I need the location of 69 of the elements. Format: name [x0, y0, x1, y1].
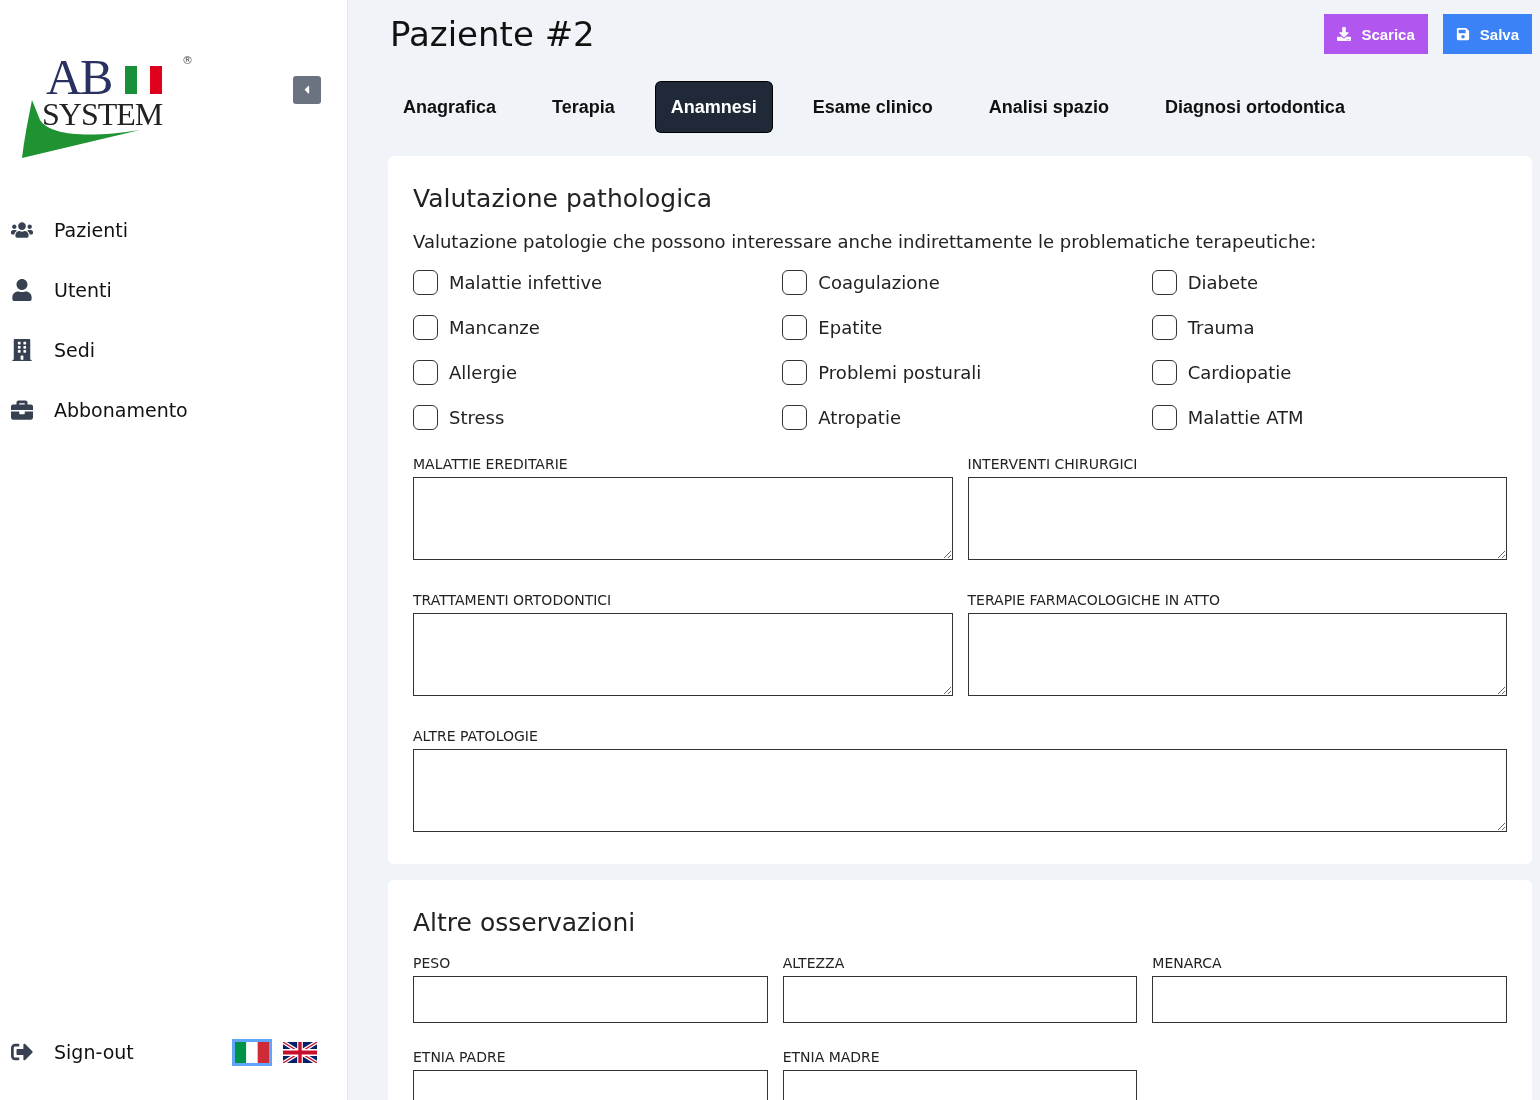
checkbox-label: Cardiopatie — [1187, 362, 1292, 383]
checkbox[interactable] — [413, 315, 438, 340]
section-description: Valutazione patologie che possono interessare anche indirettamente le problematiche terapeutiche: — [413, 231, 1318, 252]
field-label: TERAPIE FARMACOLOGICHE IN ATTO — [967, 592, 1222, 608]
checkbox[interactable] — [413, 360, 438, 385]
section-title: Altre osservazioni — [413, 908, 637, 937]
logo: AB ® SYSTEM — [20, 50, 195, 160]
checkbox-label: Stress — [449, 407, 505, 428]
input-field[interactable] — [1152, 976, 1507, 1023]
sign-out-link[interactable]: Sign-out — [10, 1022, 134, 1082]
tab[interactable]: Terapia — [537, 82, 630, 132]
nav-item[interactable]: Utenti — [0, 260, 347, 320]
tab[interactable]: Analisi spazio — [973, 82, 1124, 132]
tab[interactable]: Anagrafica — [388, 82, 512, 132]
field-label: ALTEZZA — [782, 955, 846, 971]
user-icon — [10, 279, 34, 301]
input-field[interactable] — [413, 976, 768, 1023]
page-title: Paziente #2 — [389, 14, 595, 54]
checkbox-label: Malattie ATM — [1187, 407, 1304, 428]
sign-out-icon — [10, 1041, 34, 1063]
text-area[interactable] — [413, 477, 953, 560]
nav-item[interactable]: Sedi — [0, 320, 347, 380]
field-label: PESO — [413, 955, 452, 971]
text-area[interactable] — [967, 477, 1507, 560]
building-icon — [10, 339, 34, 361]
users-icon — [10, 219, 34, 241]
checkbox[interactable] — [782, 360, 808, 385]
save-icon — [1455, 27, 1470, 41]
checkbox-label: Malattie infettive — [449, 272, 603, 293]
field-label: MENARCA — [1152, 955, 1223, 971]
checkbox[interactable] — [1151, 270, 1177, 295]
briefcase-icon — [10, 399, 34, 421]
download-button[interactable]: Scarica — [1324, 14, 1428, 54]
checkbox[interactable] — [1151, 315, 1177, 340]
collapse-sidebar-button[interactable] — [293, 76, 321, 104]
checkbox-label: Coagulazione — [818, 272, 940, 293]
nav-item[interactable]: Pazienti — [0, 200, 347, 260]
text-area[interactable] — [967, 613, 1507, 696]
checkbox[interactable] — [413, 405, 438, 430]
field-label: TRATTAMENTI ORTODONTICI — [413, 592, 613, 608]
checkbox[interactable] — [782, 270, 808, 295]
text-area[interactable] — [413, 613, 953, 696]
checkbox[interactable] — [1151, 360, 1177, 385]
checkbox[interactable] — [782, 405, 808, 430]
tab[interactable]: Anamnesi — [655, 82, 772, 132]
field-label: ETNIA PADRE — [413, 1049, 507, 1065]
checkbox-label: Allergie — [449, 362, 517, 383]
field-label: INTERVENTI CHIRURGICI — [967, 456, 1139, 472]
section-title: Valutazione pathologica — [413, 184, 714, 213]
checkbox-label: Diabete — [1187, 272, 1259, 293]
text-area[interactable] — [413, 749, 1507, 832]
tab[interactable]: Esame clinico — [797, 82, 948, 132]
checkbox-label: Trauma — [1187, 317, 1255, 338]
checkbox-label: Mancanze — [449, 317, 540, 338]
field-label: ALTRE PATOLOGIE — [413, 728, 539, 744]
field-label: MALATTIE EREDITARIE — [413, 456, 569, 472]
download-icon — [1337, 27, 1352, 41]
tab[interactable]: Diagnosi ortodontica — [1149, 82, 1360, 132]
checkbox[interactable] — [1151, 405, 1177, 430]
checkbox[interactable] — [782, 315, 808, 340]
checkbox-label: Epatite — [818, 317, 883, 338]
nav-item[interactable]: Abbonamento — [0, 380, 347, 440]
save-button[interactable]: Salva — [1442, 14, 1532, 54]
italian-flag-button[interactable] — [232, 1038, 272, 1066]
checkbox-label: Atropatie — [818, 407, 901, 428]
checkbox[interactable] — [413, 270, 438, 295]
field-label: ETNIA MADRE — [782, 1049, 881, 1065]
input-field[interactable] — [782, 976, 1138, 1023]
checkbox-label: Problemi posturali — [818, 362, 982, 383]
